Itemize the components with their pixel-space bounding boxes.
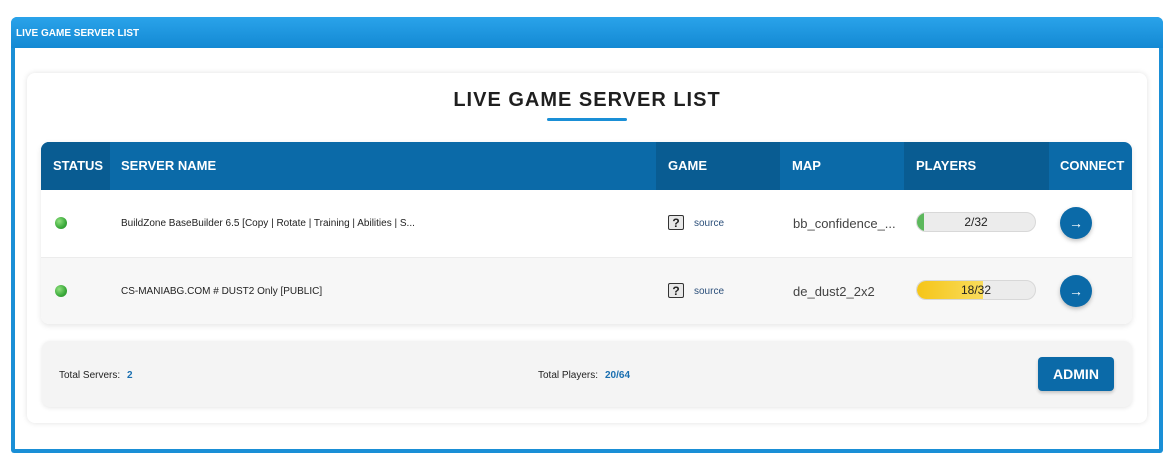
app-window: LIVE GAME SERVER LIST LIVE GAME SERVER L… (11, 17, 1163, 453)
players-progress-bar: 2/32 (916, 212, 1036, 232)
connect-button[interactable]: → (1060, 275, 1092, 307)
title-underline (547, 118, 627, 121)
page-title: LIVE GAME SERVER LIST (453, 89, 721, 111)
admin-button[interactable]: ADMIN (1038, 357, 1114, 391)
server-table: STATUS SERVER NAME GAME MAP PLAYERS CONN… (41, 142, 1132, 324)
summary-footer: Total Servers: 2 Total Players: 20/64 AD… (42, 341, 1132, 407)
map-name: bb_confidence_... (793, 216, 896, 231)
window-title-bar: LIVE GAME SERVER LIST (11, 17, 1163, 48)
total-players-value: 20/64 (605, 370, 631, 381)
server-list-card: LIVE GAME SERVER LIST STATUS SERVER NAME… (27, 73, 1147, 423)
map-name: de_dust2_2x2 (793, 284, 875, 299)
column-header-connect: CONNECT (1060, 158, 1125, 173)
game-name: source (694, 286, 725, 297)
server-name: BuildZone BaseBuilder 6.5 [Copy | Rotate… (121, 218, 415, 229)
total-servers-value: 2 (127, 370, 133, 381)
total-servers-label: Total Servers: (59, 370, 121, 381)
players-progress-bar: 18/32 (916, 280, 1036, 300)
server-name: CS-MANIABG.COM # DUST2 Only [PUBLIC] (121, 286, 323, 297)
column-header-status: STATUS (41, 142, 110, 190)
status-online-icon (55, 285, 67, 297)
question-mark-icon: ? (668, 215, 684, 230)
connect-button[interactable]: → (1060, 207, 1092, 239)
table-row[interactable]: BuildZone BaseBuilder 6.5 [Copy | Rotate… (41, 190, 1132, 258)
column-header-server-name: SERVER NAME (121, 158, 217, 173)
status-online-icon (55, 217, 67, 229)
column-header-game: GAME (656, 142, 780, 190)
window-title: LIVE GAME SERVER LIST (16, 28, 140, 39)
table-header: STATUS SERVER NAME GAME MAP PLAYERS CONN… (41, 142, 1132, 190)
window-body: LIVE GAME SERVER LIST STATUS SERVER NAME… (15, 48, 1159, 449)
column-header-players: PLAYERS (904, 142, 1049, 190)
column-header-map: MAP (792, 158, 821, 173)
game-name: source (694, 218, 725, 229)
question-mark-icon: ? (668, 283, 684, 298)
table-row[interactable]: CS-MANIABG.COM # DUST2 Only [PUBLIC] ? s… (41, 258, 1132, 324)
players-count: 18/32 (960, 283, 992, 297)
players-count: 2/32 (964, 215, 988, 229)
total-players-label: Total Players: (538, 370, 599, 381)
